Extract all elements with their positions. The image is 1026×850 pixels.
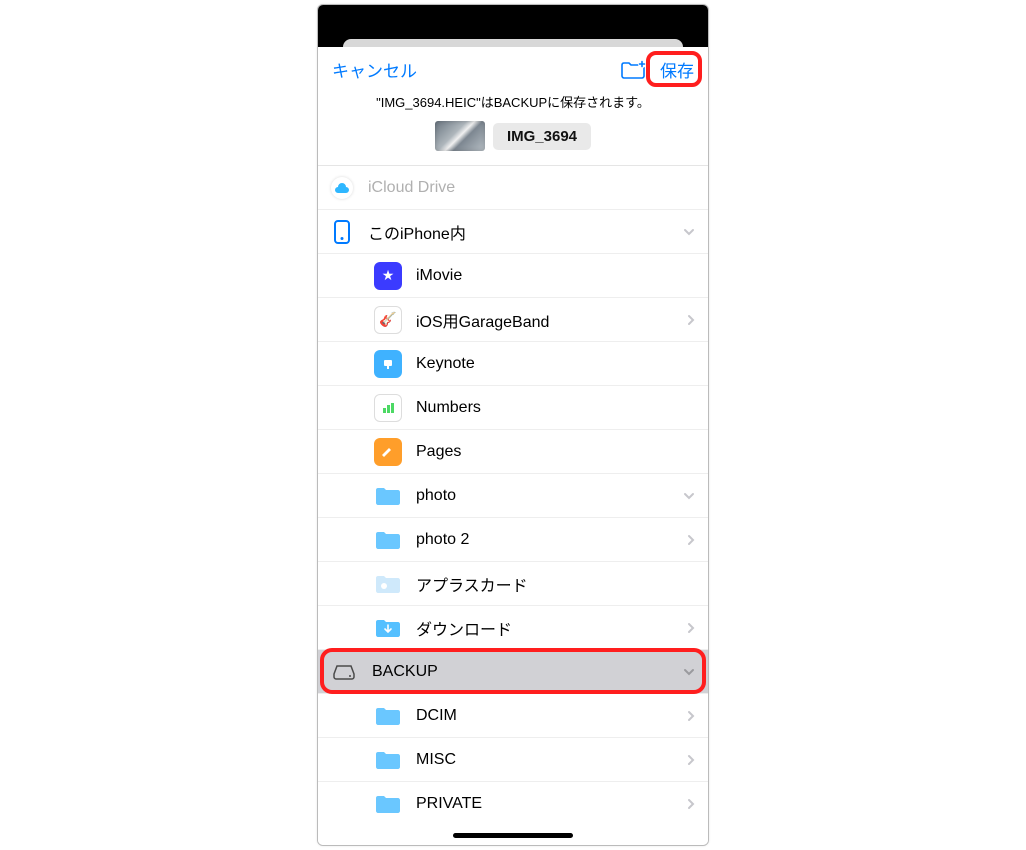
location-on-iphone[interactable]: このiPhone内 (318, 210, 708, 254)
folder-label: ダウンロード (416, 616, 686, 640)
location-label: iCloud Drive (368, 179, 696, 197)
chevron-down-icon (682, 665, 696, 679)
keynote-icon (374, 350, 402, 378)
folder-label: photo (416, 487, 682, 505)
folder-aplus-card[interactable]: アプラスカード (318, 562, 708, 606)
garageband-icon: 🎸 (374, 306, 402, 334)
location-backup[interactable]: BACKUP (318, 650, 708, 694)
folder-photo[interactable]: photo (318, 474, 708, 518)
imovie-icon: ★ (374, 262, 402, 290)
new-folder-icon[interactable] (620, 60, 646, 80)
folder-label: Numbers (416, 399, 696, 417)
file-thumbnail (435, 121, 485, 151)
folder-label: photo 2 (416, 531, 686, 549)
location-list: iCloud Drive このiPhone内 ★ iMovie 🎸 (318, 165, 708, 825)
home-indicator (318, 825, 708, 845)
folder-label: アプラスカード (416, 572, 696, 596)
chevron-right-icon (686, 753, 696, 767)
folder-icon (374, 526, 402, 554)
folder-imovie[interactable]: ★ iMovie (318, 254, 708, 298)
location-icloud-drive[interactable]: iCloud Drive (318, 166, 708, 210)
folder-numbers[interactable]: Numbers (318, 386, 708, 430)
device-frame: キャンセル 保存 "IMG_3694.HEIC"はBACKUPに保存されます。 … (317, 4, 709, 846)
folder-label: DCIM (416, 707, 686, 725)
folder-label: Keynote (416, 355, 696, 373)
folder-icon (374, 702, 402, 730)
folder-icon (374, 790, 402, 818)
nav-bar: キャンセル 保存 (318, 47, 708, 90)
external-drive-icon (330, 658, 358, 686)
folder-downloads[interactable]: ダウンロード (318, 606, 708, 650)
save-button[interactable]: 保存 (660, 57, 694, 82)
folder-label: Pages (416, 443, 696, 461)
sheet-background (318, 39, 708, 47)
folder-label: PRIVATE (416, 795, 686, 813)
pages-icon (374, 438, 402, 466)
location-label: このiPhone内 (368, 220, 682, 244)
folder-private[interactable]: PRIVATE (318, 782, 708, 825)
status-bar (318, 5, 708, 39)
folder-dcim[interactable]: DCIM (318, 694, 708, 738)
chevron-right-icon (686, 709, 696, 723)
numbers-icon (374, 394, 402, 422)
chevron-right-icon (686, 621, 696, 635)
folder-photo-2[interactable]: photo 2 (318, 518, 708, 562)
folder-label: iOS用GarageBand (416, 308, 686, 332)
folder-label: MISC (416, 751, 686, 769)
folder-label: iMovie (416, 267, 696, 285)
save-destination-text: "IMG_3694.HEIC"はBACKUPに保存されます。 (318, 90, 708, 121)
cancel-button[interactable]: キャンセル (332, 57, 417, 82)
save-sheet: キャンセル 保存 "IMG_3694.HEIC"はBACKUPに保存されます。 … (318, 47, 708, 845)
folder-icon (374, 482, 402, 510)
chevron-down-icon (682, 489, 696, 503)
chevron-right-icon (686, 313, 696, 327)
folder-icon (374, 614, 402, 642)
folder-garageband[interactable]: 🎸 iOS用GarageBand (318, 298, 708, 342)
chevron-right-icon (686, 797, 696, 811)
location-label: BACKUP (372, 663, 682, 681)
folder-pages[interactable]: Pages (318, 430, 708, 474)
chevron-down-icon (682, 225, 696, 239)
file-name-chip[interactable]: IMG_3694 (493, 123, 591, 150)
file-preview: IMG_3694 (318, 121, 708, 165)
folder-icon (374, 746, 402, 774)
iphone-icon (330, 218, 354, 246)
folder-keynote[interactable]: Keynote (318, 342, 708, 386)
folder-misc[interactable]: MISC (318, 738, 708, 782)
folder-icon (374, 570, 402, 598)
chevron-right-icon (686, 533, 696, 547)
icloud-icon (330, 174, 354, 202)
